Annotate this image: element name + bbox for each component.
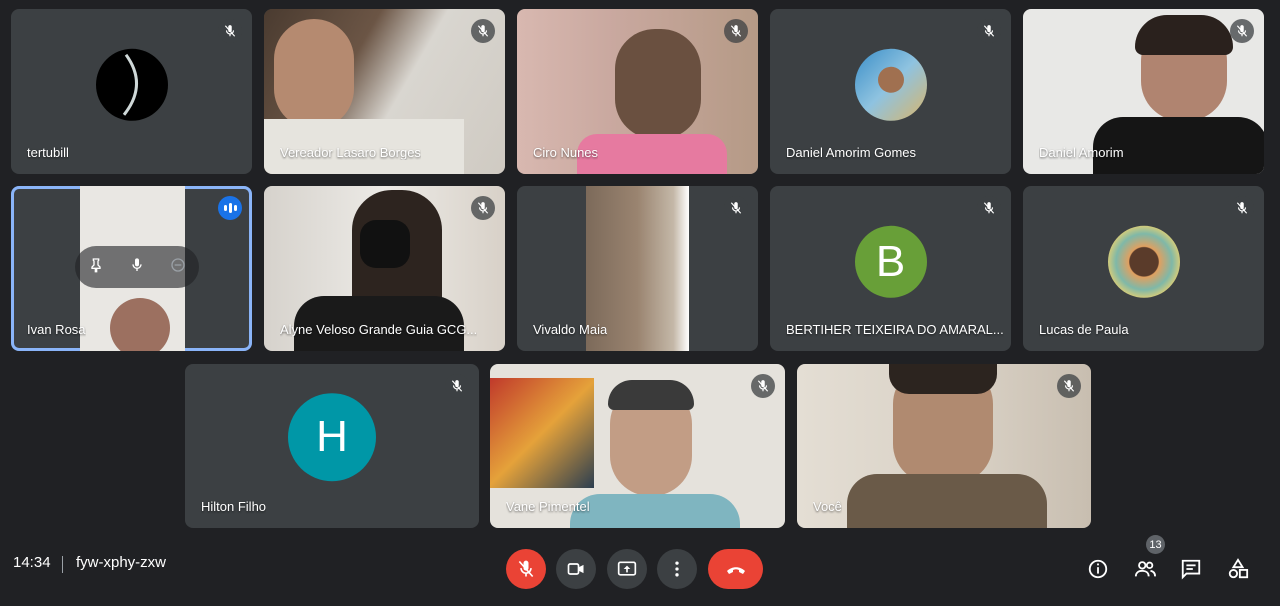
participant-tile-tertubill[interactable]: tertubill bbox=[11, 9, 252, 174]
avatar bbox=[1107, 225, 1180, 298]
participant-tile-daniel-amorim[interactable]: Daniel Amorim bbox=[1023, 9, 1264, 174]
participant-name: Alyne Veloso Grande Guia GCG... bbox=[280, 322, 478, 337]
participant-tile-ciro[interactable]: Ciro Nunes bbox=[517, 9, 758, 174]
avatar bbox=[95, 48, 168, 121]
mic-off-icon bbox=[1057, 374, 1081, 398]
end-call-icon bbox=[726, 567, 745, 574]
participant-name: Ivan Rosa bbox=[27, 322, 86, 337]
mic-off-icon bbox=[724, 19, 748, 43]
mic-off-icon bbox=[218, 19, 242, 43]
people-icon bbox=[1134, 561, 1156, 577]
chat-button[interactable] bbox=[1178, 556, 1204, 582]
more-options-button[interactable] bbox=[657, 549, 697, 589]
mic-toggle-button[interactable] bbox=[506, 549, 546, 589]
speaking-indicator-icon bbox=[218, 196, 242, 220]
activities-icon bbox=[1228, 558, 1249, 579]
remove-icon[interactable] bbox=[170, 257, 186, 278]
more-options-icon bbox=[675, 561, 679, 577]
chat-icon bbox=[1181, 559, 1201, 580]
mic-off-icon bbox=[751, 374, 775, 398]
participant-tile-daniel-amorim-gomes[interactable]: Daniel Amorim Gomes bbox=[770, 9, 1011, 174]
participant-tile-voce[interactable]: Você bbox=[797, 364, 1091, 528]
mic-off-icon bbox=[977, 196, 1001, 220]
leave-call-button[interactable] bbox=[708, 549, 763, 589]
participant-name: tertubill bbox=[27, 145, 69, 160]
participant-name: Vivaldo Maia bbox=[533, 322, 608, 337]
avatar: B bbox=[854, 225, 927, 298]
present-screen-button[interactable] bbox=[607, 549, 647, 589]
bottom-control-bar: 14:34 fyw-xphy-zxw 13 bbox=[0, 535, 1280, 606]
mic-off-icon bbox=[724, 196, 748, 220]
avatar-initial: B bbox=[875, 236, 906, 286]
mic-off-icon bbox=[471, 196, 495, 220]
participant-name: Vereador Lasaro Borges bbox=[280, 145, 421, 160]
participant-tile-bertiher[interactable]: B BERTIHER TEIXEIRA DO AMARAL... bbox=[770, 186, 1011, 351]
participant-name: Você bbox=[813, 499, 842, 514]
participant-count-badge: 13 bbox=[1146, 535, 1165, 554]
divider bbox=[62, 556, 63, 573]
avatar-image bbox=[122, 53, 138, 116]
present-icon bbox=[617, 561, 637, 576]
participant-tile-lasaro[interactable]: Vereador Lasaro Borges bbox=[264, 9, 505, 174]
participant-tile-ivan-rosa[interactable]: Ivan Rosa bbox=[11, 186, 252, 351]
meeting-code: fyw-xphy-zxw bbox=[76, 554, 167, 571]
mic-off-icon bbox=[518, 560, 534, 578]
camera-toggle-button[interactable] bbox=[556, 549, 596, 589]
camera-icon bbox=[567, 563, 584, 575]
participant-name: Daniel Amorim Gomes bbox=[786, 145, 917, 160]
participant-tile-hilton[interactable]: H Hilton Filho bbox=[185, 364, 479, 528]
activities-button[interactable] bbox=[1225, 556, 1251, 582]
participant-name: Daniel Amorim bbox=[1039, 145, 1124, 160]
participants-button[interactable] bbox=[1132, 556, 1158, 582]
info-icon bbox=[1088, 559, 1108, 579]
participant-tile-vane[interactable]: Vane Pimentel bbox=[490, 364, 785, 528]
pin-icon[interactable] bbox=[88, 257, 104, 278]
participant-name: Hilton Filho bbox=[201, 499, 267, 514]
participant-name: Vane Pimentel bbox=[506, 499, 590, 514]
tile-hover-controls bbox=[75, 246, 199, 288]
mic-icon[interactable] bbox=[129, 257, 145, 278]
mic-off-icon bbox=[445, 374, 469, 398]
participant-name: Ciro Nunes bbox=[533, 145, 599, 160]
participant-name: Lucas de Paula bbox=[1039, 322, 1129, 337]
mic-off-icon bbox=[1230, 19, 1254, 43]
participant-name: BERTIHER TEIXEIRA DO AMARAL... bbox=[786, 322, 1004, 337]
mic-off-icon bbox=[1230, 196, 1254, 220]
participant-tile-alyne[interactable]: Alyne Veloso Grande Guia GCG... bbox=[264, 186, 505, 351]
participant-tile-lucas[interactable]: Lucas de Paula bbox=[1023, 186, 1264, 351]
participant-tile-vivaldo[interactable]: Vivaldo Maia bbox=[517, 186, 758, 351]
avatar-initial: H bbox=[316, 412, 348, 462]
meeting-time: 14:34 bbox=[13, 554, 51, 571]
meeting-info-button[interactable] bbox=[1085, 556, 1111, 582]
avatar: H bbox=[288, 393, 376, 482]
mic-off-icon bbox=[977, 19, 1001, 43]
mic-off-icon bbox=[471, 19, 495, 43]
avatar bbox=[854, 48, 927, 121]
